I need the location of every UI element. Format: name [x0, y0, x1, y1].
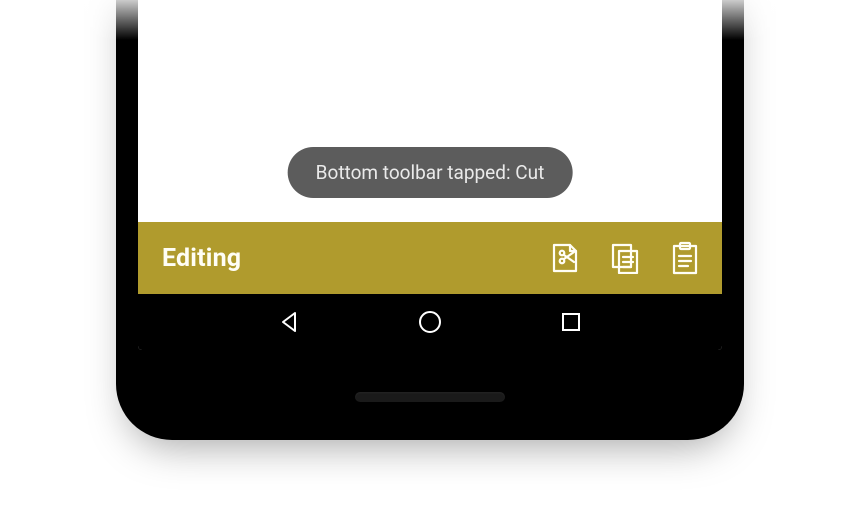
phone-speaker — [355, 392, 505, 402]
cut-button[interactable] — [548, 241, 582, 275]
nav-home-button[interactable] — [416, 308, 444, 336]
toolbar-title: Editing — [162, 244, 548, 273]
phone-frame: Bottom toolbar tapped: Cut Editing — [116, 0, 744, 440]
copy-icon — [609, 242, 641, 274]
bottom-toolbar: Editing — [138, 222, 722, 294]
paste-button[interactable] — [668, 241, 702, 275]
paste-icon — [670, 241, 700, 275]
android-nav-bar — [138, 294, 722, 350]
nav-recents-button[interactable] — [557, 308, 585, 336]
cut-icon — [549, 242, 581, 274]
copy-button[interactable] — [608, 241, 642, 275]
triangle-back-icon — [277, 310, 301, 334]
toolbar-actions — [548, 241, 702, 275]
toast: Bottom toolbar tapped: Cut — [288, 147, 573, 198]
toast-message: Bottom toolbar tapped: Cut — [316, 161, 545, 184]
circle-home-icon — [417, 309, 443, 335]
nav-back-button[interactable] — [275, 308, 303, 336]
phone-screen: Bottom toolbar tapped: Cut Editing — [138, 0, 722, 350]
app-content: Bottom toolbar tapped: Cut — [138, 0, 722, 222]
square-recents-icon — [560, 311, 582, 333]
